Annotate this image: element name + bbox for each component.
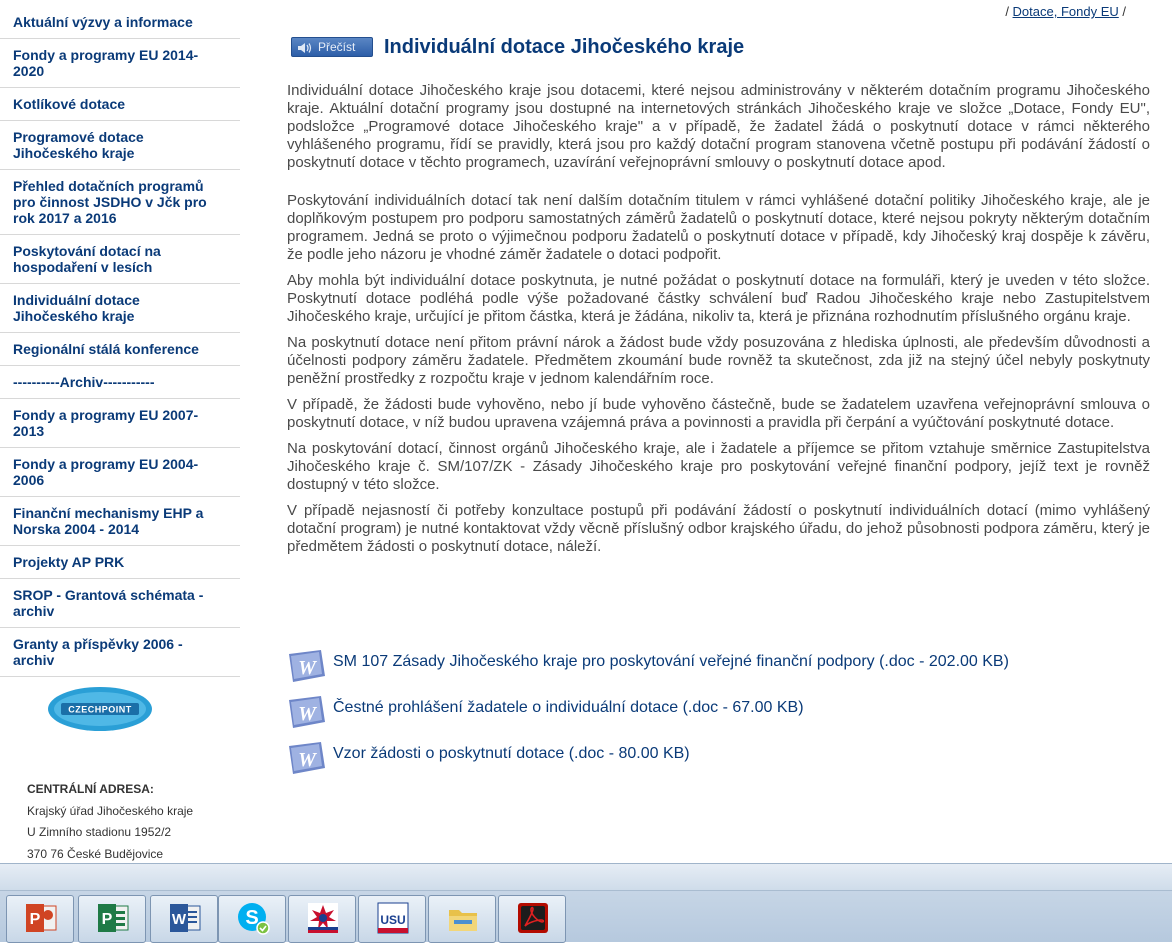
content-paragraph: V případě, že žádosti bude vyhověno, neb… xyxy=(287,396,1150,431)
svg-text:W: W xyxy=(298,703,317,725)
taskbar-word-button[interactable]: W xyxy=(150,895,218,943)
sidebar-item-srop-archiv[interactable]: SROP - Grantová schémata - archiv xyxy=(0,579,240,628)
sidebar-item-prehled-jsdho[interactable]: Přehled dotačních programů pro činnost J… xyxy=(0,170,240,235)
svg-text:USU: USU xyxy=(380,913,405,927)
taskbar-file-explorer-button[interactable] xyxy=(428,895,496,943)
sidebar-item-granty-2006-archiv[interactable]: Granty a příspěvky 2006 - archiv xyxy=(0,628,240,677)
sidebar-item-ehp-norska[interactable]: Finanční mechanismy EHP a Norska 2004 - … xyxy=(0,497,240,546)
taskbar-jihocesky-app-button[interactable] xyxy=(288,895,356,943)
address-line: U Zimního stadionu 1952/2 xyxy=(27,825,172,839)
sidebar-item-fondy-2004-2006[interactable]: Fondy a programy EU 2004-2006 xyxy=(0,448,240,497)
content-paragraph: V případě nejasností či potřeby konzulta… xyxy=(287,502,1150,555)
sidebar-item-projekty-ap-prk[interactable]: Projekty AP PRK xyxy=(0,546,240,579)
svg-text:W: W xyxy=(172,911,187,928)
acrobat-icon xyxy=(518,903,548,933)
file-link[interactable]: Čestné prohlášení žadatele o individuáln… xyxy=(333,699,804,717)
page-title: Individuální dotace Jihočeského kraje xyxy=(384,36,745,58)
taskbar-usu-app-button[interactable]: USU xyxy=(358,895,426,943)
word-doc-icon: W xyxy=(287,696,327,728)
sidebar-item-regionalni-konference[interactable]: Regionální stálá konference xyxy=(0,333,240,366)
file-explorer-icon xyxy=(449,910,477,931)
svg-text:CZECHPOINT: CZECHPOINT xyxy=(68,705,132,715)
read-aloud-label: Přečíst xyxy=(318,40,356,54)
word-icon: W xyxy=(170,904,201,932)
content-paragraph: Poskytování individuálních dotací tak ne… xyxy=(287,192,1150,263)
sidebar-item-fondy-2014-2020[interactable]: Fondy a programy EU 2014-2020 xyxy=(0,39,240,88)
word-doc-icon: W xyxy=(287,742,327,774)
sidebar-archive-divider: ----------Archiv----------- xyxy=(0,366,240,399)
svg-text:P: P xyxy=(30,911,41,928)
taskbar-top-strip xyxy=(0,864,1172,891)
address-line: 370 76 České Budějovice xyxy=(27,846,164,861)
content-paragraph: Na poskytnutí dotace není přitom právní … xyxy=(287,334,1150,387)
powerpoint-icon: P xyxy=(26,904,57,932)
content-paragraph: Aby mohla být individuální dotace poskyt… xyxy=(287,272,1150,325)
content-paragraph: Individuální dotace Jihočeského kraje js… xyxy=(287,82,1150,171)
taskbar-powerpoint-button[interactable]: P xyxy=(6,895,74,943)
sidebar-item-programove-dotace[interactable]: Programové dotace Jihočeského kraje xyxy=(0,121,240,170)
word-doc-icon: W xyxy=(287,650,327,682)
file-link[interactable]: SM 107 Zásady Jihočeského kraje pro posk… xyxy=(333,653,1009,671)
taskbar-acrobat-button[interactable] xyxy=(498,895,566,943)
svg-text:W: W xyxy=(298,657,317,679)
sidebar-item-dotace-lesy[interactable]: Poskytování dotací na hospodaření v lesí… xyxy=(0,235,240,284)
sidebar-item-kotlikove-dotace[interactable]: Kotlíkové dotace xyxy=(0,88,240,121)
read-aloud-button[interactable]: Přečíst xyxy=(291,37,373,57)
taskbar-skype-button[interactable]: S xyxy=(218,895,286,943)
breadcrumb-separator: / xyxy=(1118,4,1126,19)
czechpoint-logo[interactable]: CZECHPOINT xyxy=(47,686,153,732)
svg-text:P: P xyxy=(102,911,113,928)
file-list: W SM 107 Zásady Jihočeského kraje pro po… xyxy=(287,650,1009,788)
central-address: CENTRÁLNÍ ADRESA: Krajský úřad Jihočeské… xyxy=(27,779,193,865)
breadcrumb-separator: / xyxy=(1005,4,1013,19)
file-link[interactable]: Vzor žádosti o poskytnutí dotace (.doc -… xyxy=(333,745,690,763)
address-heading: CENTRÁLNÍ ADRESA: xyxy=(27,782,154,796)
speaker-icon xyxy=(297,41,313,59)
jihocesky-app-icon xyxy=(308,903,338,933)
sidebar-item-aktualni-vyzvy[interactable]: Aktuální výzvy a informace xyxy=(0,6,240,39)
sidebar-nav: Aktuální výzvy a informace Fondy a progr… xyxy=(0,6,240,677)
publisher-icon: P xyxy=(98,904,129,932)
content-paragraph: Na poskytování dotací, činnost orgánů Ji… xyxy=(287,440,1150,493)
address-line: Krajský úřad Jihočeského kraje xyxy=(27,803,194,818)
usu-app-icon: USU xyxy=(377,902,409,934)
sidebar-item-individualni-dotace[interactable]: Individuální dotace Jihočeského kraje xyxy=(0,284,240,333)
taskbar-publisher-button[interactable]: P xyxy=(78,895,146,943)
taskbar: P P W S USU xyxy=(0,863,1172,943)
file-item[interactable]: W Vzor žádosti o poskytnutí dotace (.doc… xyxy=(287,742,1009,788)
main-content: Individuální dotace Jihočeského kraje js… xyxy=(287,82,1150,564)
svg-text:W: W xyxy=(298,749,317,771)
file-item[interactable]: W SM 107 Zásady Jihočeského kraje pro po… xyxy=(287,650,1009,696)
sidebar-item-fondy-2007-2013[interactable]: Fondy a programy EU 2007-2013 xyxy=(0,399,240,448)
breadcrumb: / Dotace, Fondy EU / xyxy=(1005,4,1126,19)
file-item[interactable]: W Čestné prohlášení žadatele o individuá… xyxy=(287,696,1009,742)
breadcrumb-link-dotace-fondy-eu[interactable]: Dotace, Fondy EU xyxy=(1013,4,1119,19)
skype-icon: S xyxy=(238,903,270,935)
